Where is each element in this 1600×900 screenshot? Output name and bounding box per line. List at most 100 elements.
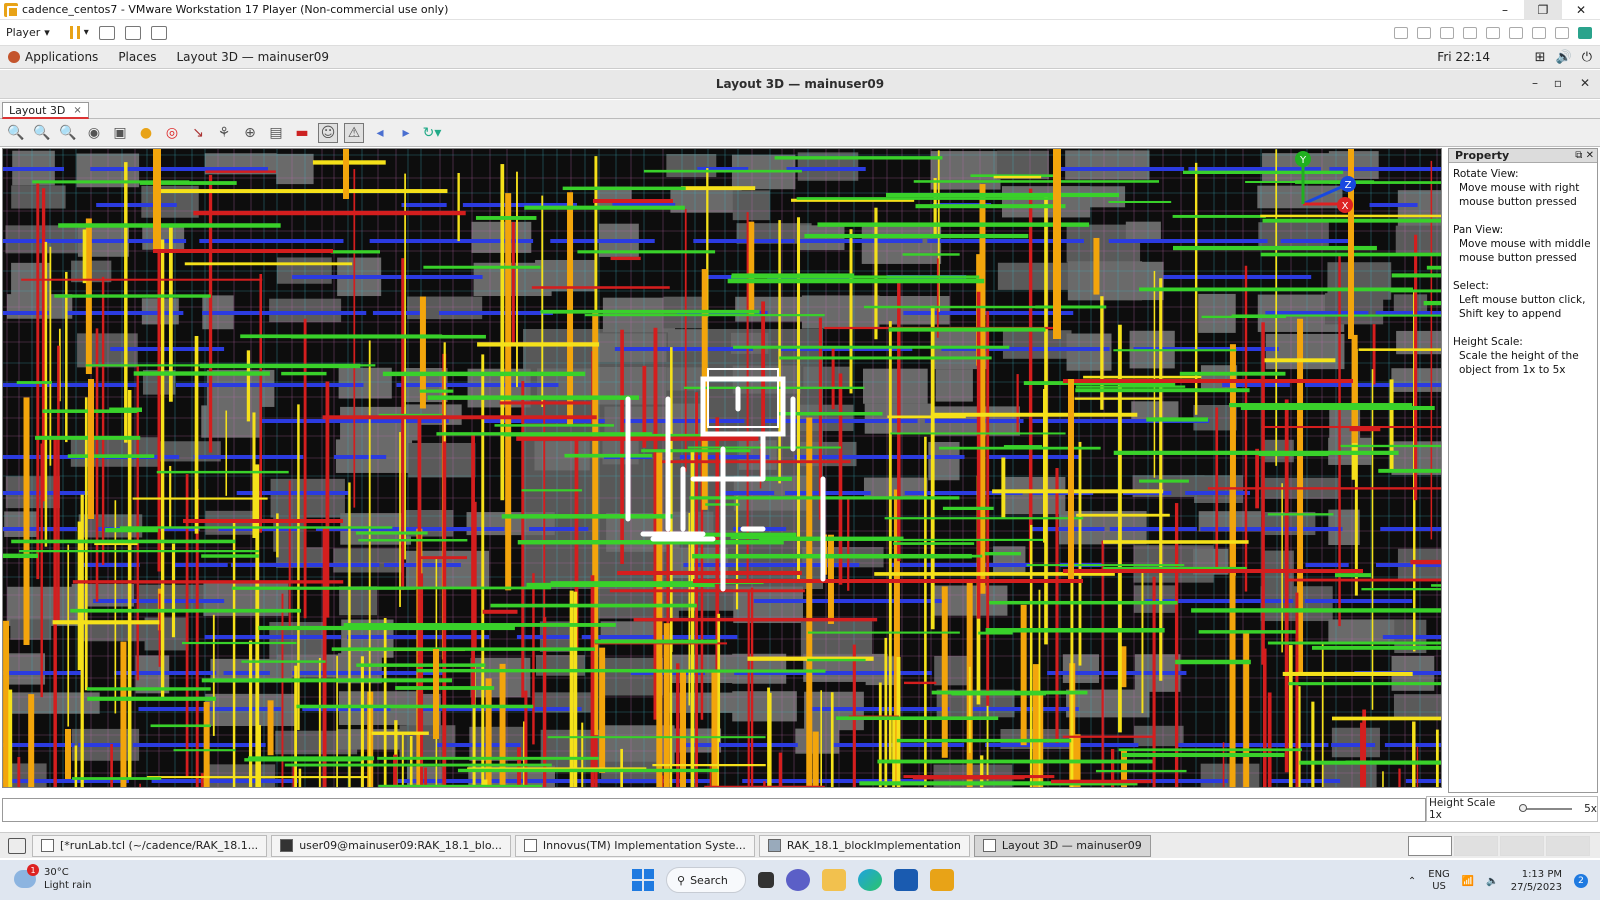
task-view-icon[interactable] bbox=[758, 872, 774, 888]
edge-icon[interactable] bbox=[858, 869, 882, 891]
layout-3d-canvas[interactable]: Y Z X bbox=[2, 148, 1442, 788]
app-window-title: Layout 3D — mainuser09 bbox=[715, 77, 885, 91]
player-menu[interactable]: Player ▾ bbox=[6, 26, 50, 39]
applications-menu[interactable]: Applications bbox=[8, 50, 98, 64]
target-icon[interactable]: ◎ bbox=[162, 123, 182, 143]
height-scale-control: Height Scale 1x 5x bbox=[1426, 796, 1598, 822]
pause-icon[interactable] bbox=[69, 26, 80, 39]
prop-section-text: Left mouse button click, Shift key to ap… bbox=[1459, 294, 1586, 320]
refresh-icon[interactable]: ↻▾ bbox=[422, 123, 442, 143]
notification-badge[interactable]: 2 bbox=[1574, 874, 1588, 888]
hard-disk-icon[interactable] bbox=[1417, 26, 1431, 39]
send-ctrl-alt-del-icon[interactable] bbox=[98, 25, 115, 40]
vmware-taskbar-icon[interactable] bbox=[930, 869, 954, 891]
camera-icon[interactable] bbox=[1555, 26, 1569, 39]
sphere-icon[interactable]: ● bbox=[136, 123, 156, 143]
app-close-button[interactable]: ✕ bbox=[1580, 76, 1590, 90]
chat-icon[interactable] bbox=[786, 869, 810, 891]
language-indicator[interactable]: ENG US bbox=[1428, 869, 1450, 893]
vmware-titlebar: cadence_centos7 - VMware Workstation 17 … bbox=[0, 0, 1600, 20]
network-icon[interactable] bbox=[1463, 26, 1477, 39]
app-maximize-button[interactable]: ▫ bbox=[1554, 76, 1562, 90]
system-tray[interactable]: ⊞ 🔊 ⏻ bbox=[1535, 50, 1592, 65]
prop-section-select: Select: Left mouse button click, Shift k… bbox=[1453, 279, 1593, 321]
prop-section-title: Height Scale: bbox=[1453, 336, 1523, 348]
zoom-fit-icon[interactable]: 🔍 bbox=[58, 123, 78, 143]
workspace-4[interactable] bbox=[1546, 835, 1590, 856]
command-input[interactable] bbox=[2, 798, 1426, 822]
print-icon[interactable]: ▤ bbox=[266, 123, 286, 143]
prop-section-rotate: Rotate View: Move mouse with right mouse… bbox=[1453, 167, 1593, 209]
zoom-box-icon[interactable]: ▣ bbox=[110, 123, 130, 143]
close-button[interactable]: ✕ bbox=[1562, 0, 1600, 20]
gnome-clock[interactable]: Fri 22:14 bbox=[1437, 50, 1490, 64]
workspace-2[interactable] bbox=[1454, 835, 1498, 856]
zoom-out-icon[interactable]: 🔍 bbox=[32, 123, 52, 143]
chevron-down-icon: ▾ bbox=[44, 26, 50, 39]
clock-time: 1:13 PM bbox=[1521, 869, 1562, 880]
globe-icon[interactable]: ⊕ bbox=[240, 123, 260, 143]
person-icon[interactable]: ☺ bbox=[318, 122, 338, 143]
tree-icon[interactable]: ⚘ bbox=[214, 123, 234, 143]
app-minimize-button[interactable]: – bbox=[1532, 76, 1538, 90]
taskbar-apps: ⚲ Search bbox=[632, 867, 954, 893]
height-scale-label: Height Scale 1x bbox=[1429, 797, 1496, 821]
arrow-right-icon[interactable]: ▸ bbox=[396, 123, 416, 143]
minimize-button[interactable]: – bbox=[1486, 0, 1524, 20]
search-icon: ⚲ bbox=[677, 873, 686, 887]
printer-icon[interactable] bbox=[1486, 26, 1500, 39]
active-window-menu[interactable]: Layout 3D — mainuser09 bbox=[176, 50, 329, 64]
window-list-item[interactable]: [*runLab.tcl (~/cadence/RAK_18.1... bbox=[32, 834, 268, 857]
innovus-icon bbox=[523, 839, 537, 852]
cd-icon[interactable] bbox=[1440, 26, 1454, 39]
speaker-icon[interactable]: 🔈 bbox=[1486, 876, 1498, 887]
height-scale-slider[interactable] bbox=[1518, 804, 1573, 812]
lang-line-1: ENG bbox=[1428, 869, 1450, 880]
chevron-up-icon[interactable]: ⌃ bbox=[1408, 876, 1416, 887]
message-icon[interactable] bbox=[1578, 26, 1592, 39]
clock-win[interactable]: 1:13 PM 27/5/2023 bbox=[1511, 868, 1562, 894]
window-list-item[interactable]: Innovus(TM) Implementation Syste... bbox=[514, 834, 755, 857]
vmware-device-icons bbox=[1394, 26, 1592, 39]
screenshot-icon[interactable]: ▬ bbox=[292, 123, 312, 143]
window-list-label: RAK_18.1_blockImplementation bbox=[786, 839, 961, 852]
windows-start-icon[interactable] bbox=[632, 869, 654, 891]
height-scale-knob[interactable] bbox=[1518, 804, 1527, 812]
lang-line-2: US bbox=[1432, 881, 1446, 892]
property-panel: Property ⧉ ✕ Rotate View: Move mouse wit… bbox=[1448, 148, 1598, 793]
tab-layout-3d[interactable]: Layout 3D × bbox=[2, 102, 89, 119]
tab-close-icon[interactable]: × bbox=[73, 105, 81, 116]
wifi-icon[interactable]: 📶 bbox=[1462, 876, 1474, 887]
prop-section-title: Select: bbox=[1453, 280, 1489, 292]
workspace-3[interactable] bbox=[1500, 835, 1544, 856]
panel-float-close-icons[interactable]: ⧉ ✕ bbox=[1575, 150, 1594, 161]
clock-date: 27/5/2023 bbox=[1510, 882, 1562, 893]
window-list-item[interactable]: RAK_18.1_blockImplementation bbox=[758, 834, 970, 857]
prop-section-text: Scale the height of the object from 1x t… bbox=[1459, 350, 1579, 376]
fit-guest-icon[interactable] bbox=[124, 25, 141, 40]
tab-bar: Layout 3D × bbox=[0, 100, 1600, 119]
layout-3d-view[interactable]: Y Z X bbox=[3, 149, 1442, 788]
zoom-in-icon[interactable]: 🔍 bbox=[6, 123, 26, 143]
forward-icon[interactable] bbox=[1394, 26, 1408, 39]
route-icon[interactable]: ↘ bbox=[188, 123, 208, 143]
sound-icon[interactable] bbox=[1509, 26, 1523, 39]
taskbar-search[interactable]: ⚲ Search bbox=[666, 867, 746, 893]
warning-icon[interactable]: ⚠ bbox=[344, 122, 364, 143]
file-explorer-icon[interactable] bbox=[822, 869, 846, 891]
show-desktop-icon[interactable] bbox=[8, 837, 26, 854]
weather-temp: 30°C bbox=[44, 867, 69, 878]
window-list-item-active[interactable]: Layout 3D — mainuser09 bbox=[973, 834, 1151, 857]
window-list-item[interactable]: user09@mainuser09:RAK_18.1_blo... bbox=[271, 834, 511, 857]
unity-icon[interactable] bbox=[150, 25, 167, 40]
binoculars-icon[interactable]: ◉ bbox=[84, 123, 104, 143]
gnome-foot-icon bbox=[8, 51, 20, 63]
arrow-left-icon[interactable]: ◂ bbox=[370, 123, 390, 143]
store-icon[interactable] bbox=[894, 869, 918, 891]
workspace-1[interactable] bbox=[1408, 835, 1452, 856]
usb-icon[interactable] bbox=[1532, 26, 1546, 39]
weather-widget[interactable]: 1 30°C Light rain bbox=[14, 864, 92, 892]
restore-button[interactable]: ❐ bbox=[1524, 0, 1562, 20]
chevron-down-icon[interactable]: ▾ bbox=[84, 27, 89, 38]
places-menu[interactable]: Places bbox=[118, 50, 156, 64]
